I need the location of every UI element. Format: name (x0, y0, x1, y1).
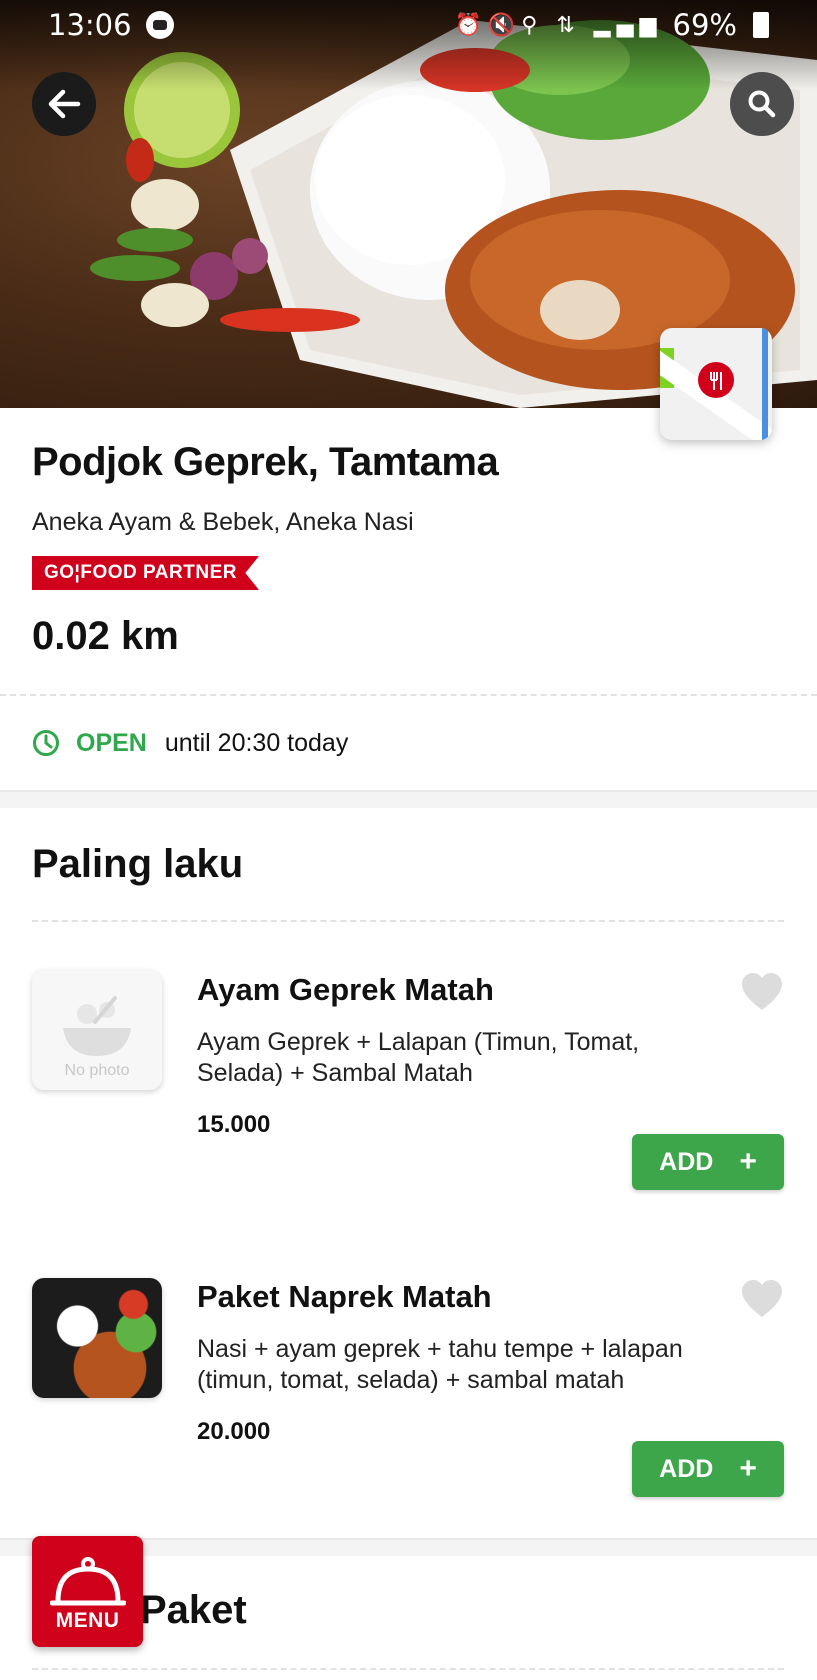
divider (0, 694, 817, 696)
item-price: 20.000 (197, 1418, 271, 1445)
item-price: 15.000 (197, 1111, 271, 1138)
heart-icon[interactable] (740, 972, 784, 1012)
back-button[interactable] (32, 72, 96, 136)
map-water (762, 328, 768, 440)
battery-icon (753, 12, 769, 38)
status-bar: 13:06 ⏰🔇⚲ ⇅ ▂▄▆ 69% (0, 0, 817, 50)
clock-icon (33, 730, 59, 756)
item-name[interactable]: Paket Naprek Matah (197, 1279, 492, 1315)
status-time: 13:06 (48, 8, 132, 42)
open-status: OPEN (76, 728, 147, 757)
item-name[interactable]: Ayam Geprek Matah (197, 972, 494, 1008)
restaurant-categories: Aneka Ayam & Bebek, Aneka Nasi (32, 508, 414, 536)
add-button[interactable]: ADD + (632, 1441, 784, 1497)
open-until: until 20:30 today (164, 728, 349, 757)
add-label: ADD (659, 1454, 714, 1483)
menu-label: MENU (55, 1609, 120, 1632)
gofood-partner-badge: GO¦FOOD PARTNER (32, 556, 259, 590)
distance: 0.02 km (32, 614, 179, 658)
map-pin-icon (698, 362, 734, 398)
status-icons: ⏰🔇⚲ ⇅ ▂▄▆ (454, 12, 663, 38)
no-photo-text: No photo (64, 1062, 130, 1079)
back-arrow-icon (48, 89, 81, 119)
item-photo[interactable] (32, 1278, 162, 1398)
item-description: Ayam Geprek + Lalapan (Timun, Tomat, Sel… (197, 1028, 640, 1087)
search-button[interactable] (730, 72, 794, 136)
search-icon (748, 90, 776, 118)
section-divider (32, 1668, 784, 1670)
section-divider (32, 920, 784, 922)
heart-icon[interactable] (740, 1279, 784, 1319)
section-title-paling-laku: Paling laku (32, 842, 244, 886)
map-thumbnail[interactable] (660, 328, 772, 440)
section-gap (0, 790, 817, 808)
no-photo-icon (63, 996, 131, 1056)
plus-icon: + (739, 1452, 757, 1485)
opening-hours: OPEN until 20:30 today (32, 726, 348, 760)
cloche-icon (49, 1557, 126, 1606)
message-notification-icon (145, 11, 174, 39)
item-photo-placeholder[interactable]: No photo (32, 970, 162, 1090)
status-right: ⏰🔇⚲ ⇅ ▂▄▆ 69% (454, 8, 769, 42)
add-label: ADD (659, 1147, 714, 1176)
battery-percent: 69% (672, 8, 737, 42)
plus-icon: + (739, 1145, 757, 1178)
menu-button[interactable]: MENU (32, 1536, 143, 1647)
restaurant-name: Podjok Geprek, Tamtama (32, 440, 499, 484)
section-title-paket: Paket (140, 1588, 247, 1632)
add-button[interactable]: ADD + (632, 1134, 784, 1190)
item-description: Nasi + ayam geprek + tahu tempe + lalapa… (197, 1335, 683, 1394)
